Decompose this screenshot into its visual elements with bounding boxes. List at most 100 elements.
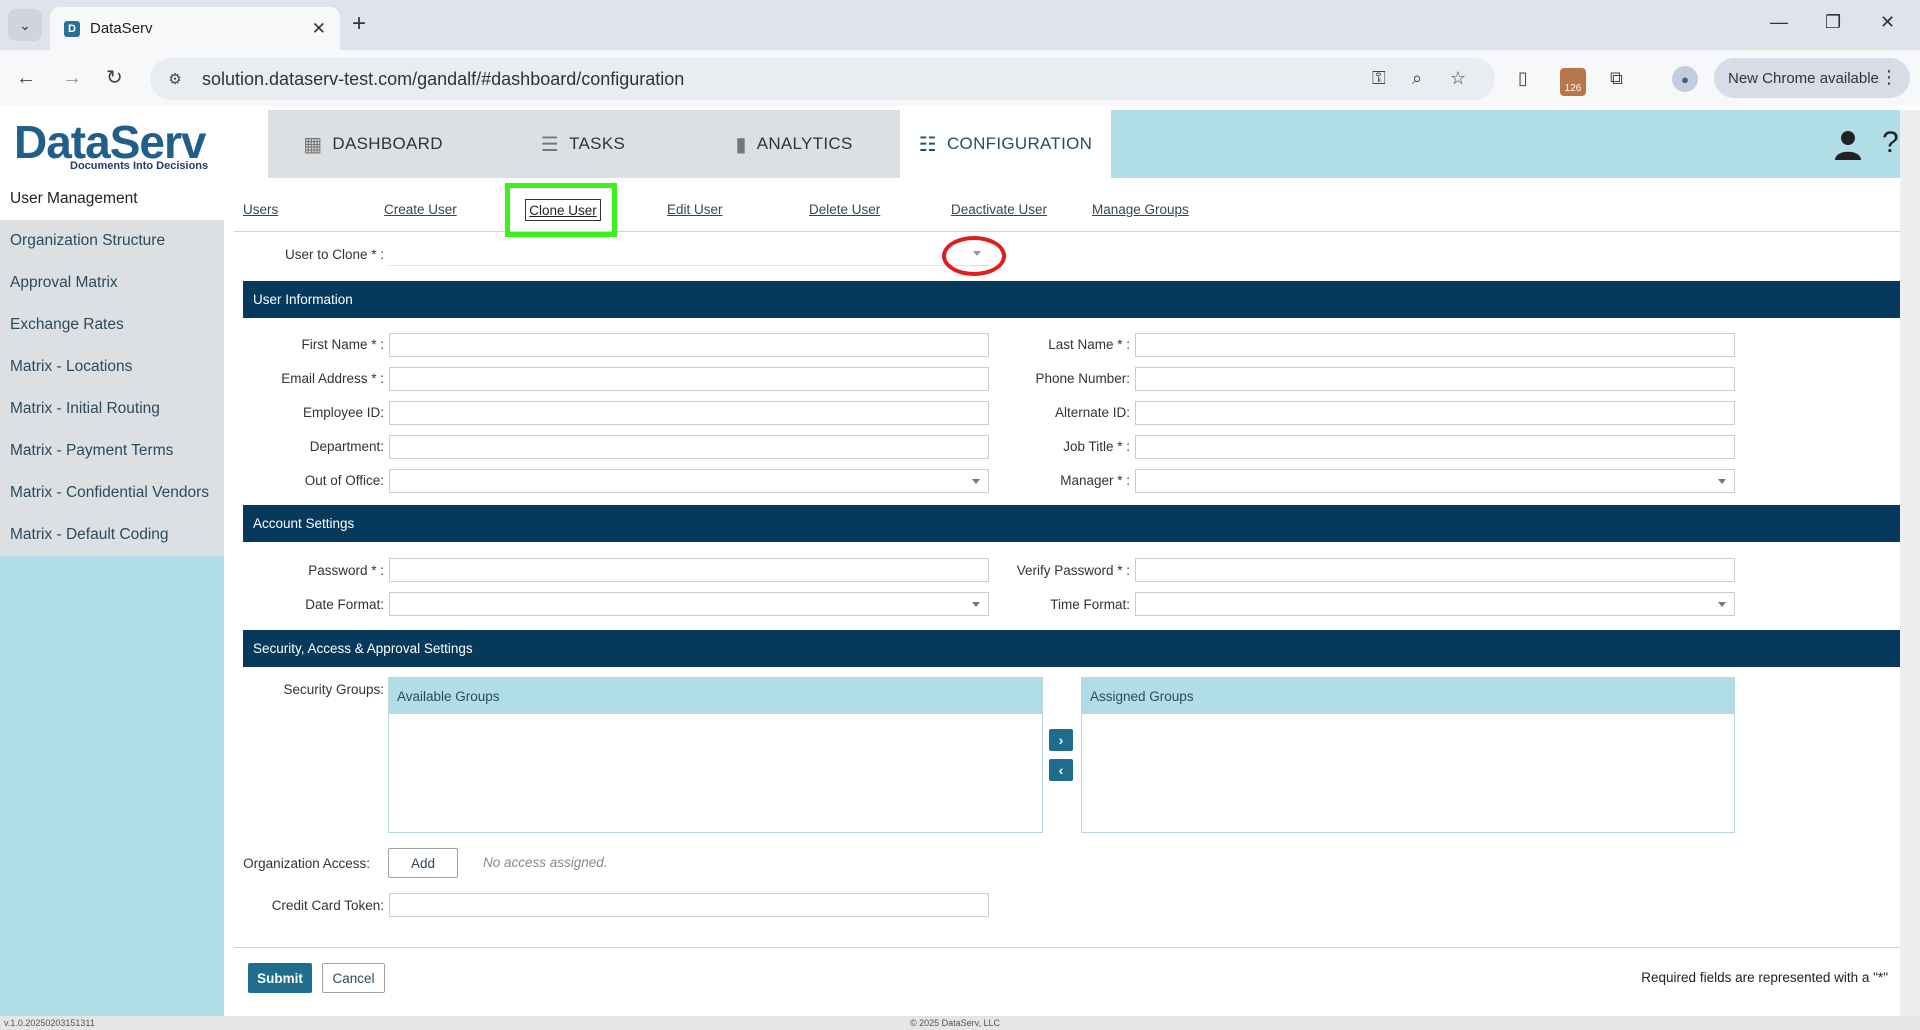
email-label: Email Address * : bbox=[281, 371, 384, 386]
alternate-id-label: Alternate ID: bbox=[1054, 405, 1130, 420]
subnav-edit-user-link[interactable]: Edit User bbox=[667, 202, 723, 217]
forward-arrow-icon[interactable]: → bbox=[62, 66, 82, 90]
tab-close-icon[interactable]: ✕ bbox=[312, 19, 326, 39]
extension-badge-icon[interactable]: 126 bbox=[1560, 68, 1586, 96]
assign-group-button[interactable]: › bbox=[1049, 729, 1073, 751]
tab-search-chevron-icon[interactable]: ⌄ bbox=[8, 9, 42, 41]
department-field[interactable] bbox=[389, 435, 989, 459]
bookmark-star-icon[interactable]: ☆ bbox=[1450, 68, 1466, 89]
dropdown-annotation-circle bbox=[942, 236, 1006, 276]
restore-icon[interactable]: ❐ bbox=[1825, 12, 1841, 33]
unassign-group-button[interactable]: ‹ bbox=[1049, 759, 1073, 781]
analytics-bar-icon: ▮ bbox=[735, 133, 747, 156]
sidebar-menu: User Management Organization Structure A… bbox=[0, 178, 224, 556]
email-field[interactable] bbox=[389, 367, 989, 391]
browser-tabstrip: ⌄ D DataServ ✕ + — ❐ ✕ bbox=[0, 0, 1920, 50]
phone-label: Phone Number: bbox=[1035, 371, 1130, 386]
sidebar-item-matrix-default-coding[interactable]: Matrix - Default Coding bbox=[0, 514, 224, 556]
nav-tab-configuration[interactable]: ☷ CONFIGURATION bbox=[900, 110, 1111, 178]
add-organization-access-button[interactable]: Add bbox=[388, 848, 458, 878]
update-chrome-chip[interactable]: New Chrome available ⋮ bbox=[1714, 58, 1910, 98]
manager-select[interactable] bbox=[1135, 469, 1735, 493]
time-format-label: Time Format: bbox=[1050, 597, 1130, 612]
job-title-label: Job Title * : bbox=[1063, 439, 1130, 454]
help-icon[interactable]: ? bbox=[1882, 126, 1899, 160]
chevron-down-icon bbox=[1718, 479, 1726, 484]
last-name-field[interactable] bbox=[1135, 333, 1735, 357]
credit-card-token-field[interactable] bbox=[389, 893, 989, 917]
minimize-icon[interactable]: — bbox=[1770, 12, 1788, 33]
available-groups-list[interactable]: Available Groups bbox=[388, 677, 1043, 833]
update-chip-label: New Chrome available bbox=[1728, 69, 1879, 87]
new-tab-icon[interactable]: + bbox=[352, 11, 366, 37]
password-field[interactable] bbox=[389, 558, 989, 582]
first-name-field[interactable] bbox=[389, 333, 989, 357]
subnav-create-user-link[interactable]: Create User bbox=[384, 202, 457, 217]
nav-tab-tasks[interactable]: ☰ TASKS bbox=[478, 110, 688, 178]
date-format-label: Date Format: bbox=[305, 597, 384, 612]
subnav-delete-user-link[interactable]: Delete User bbox=[809, 202, 880, 217]
password-label: Password * : bbox=[308, 563, 384, 578]
submit-button[interactable]: Submit bbox=[248, 963, 312, 993]
chevron-down-icon bbox=[972, 479, 980, 484]
back-arrow-icon[interactable]: ← bbox=[16, 66, 36, 90]
subnav-clone-user-link[interactable]: Clone User bbox=[525, 199, 601, 221]
date-format-select[interactable] bbox=[389, 592, 989, 616]
assigned-groups-header: Assigned Groups bbox=[1082, 678, 1734, 714]
nav-tab-dashboard[interactable]: ▦ DASHBOARD bbox=[268, 110, 478, 178]
assigned-groups-list[interactable]: Assigned Groups bbox=[1081, 677, 1735, 833]
browser-tab[interactable]: D DataServ ✕ bbox=[50, 7, 340, 50]
section-account-settings: Account Settings bbox=[243, 505, 1900, 542]
verify-password-label: Verify Password * : bbox=[1016, 563, 1130, 578]
out-of-office-label: Out of Office: bbox=[304, 473, 384, 488]
user-profile-icon[interactable] bbox=[1834, 130, 1862, 160]
configuration-sliders-icon: ☷ bbox=[918, 133, 937, 156]
time-format-select[interactable] bbox=[1135, 592, 1735, 616]
required-fields-note: Required fields are represented with a "… bbox=[1641, 970, 1888, 985]
sidebar-item-matrix-locations[interactable]: Matrix - Locations bbox=[0, 346, 224, 388]
sidebar-item-user-management[interactable]: User Management bbox=[0, 178, 224, 220]
sidebar-item-matrix-initial-routing[interactable]: Matrix - Initial Routing bbox=[0, 388, 224, 430]
sidebar-item-approval-matrix[interactable]: Approval Matrix bbox=[0, 262, 224, 304]
sidebar-item-matrix-confidential-vendors[interactable]: Matrix - Confidential Vendors bbox=[0, 472, 224, 514]
site-info-icon[interactable]: ⚙ bbox=[164, 68, 186, 90]
sidebar-item-exchange-rates[interactable]: Exchange Rates bbox=[0, 304, 224, 346]
extensions-puzzle-icon[interactable]: ⧉ bbox=[1610, 68, 1623, 89]
subnav-users-link[interactable]: Users bbox=[243, 202, 278, 217]
reload-icon[interactable]: ↻ bbox=[106, 66, 123, 90]
zoom-icon[interactable]: ⌕ bbox=[1412, 68, 1422, 89]
first-name-label: First Name * : bbox=[301, 337, 384, 352]
sidebar-item-matrix-payment-terms[interactable]: Matrix - Payment Terms bbox=[0, 430, 224, 472]
subnav-deactivate-user-link[interactable]: Deactivate User bbox=[951, 202, 1047, 217]
cancel-button[interactable]: Cancel bbox=[322, 963, 385, 993]
footer-divider bbox=[234, 947, 1900, 948]
job-title-field[interactable] bbox=[1135, 435, 1735, 459]
last-name-label: Last Name * : bbox=[1048, 337, 1130, 352]
password-key-icon[interactable]: ⚿ bbox=[1372, 68, 1386, 89]
sidebar-item-organization-structure[interactable]: Organization Structure bbox=[0, 220, 224, 262]
kebab-menu-icon[interactable]: ⋮ bbox=[1880, 67, 1898, 88]
employee-id-label: Employee ID: bbox=[302, 405, 384, 420]
verify-password-field[interactable] bbox=[1135, 558, 1735, 582]
nav-tab-analytics[interactable]: ▮ ANALYTICS bbox=[688, 110, 900, 178]
user-to-clone-select[interactable] bbox=[389, 242, 989, 266]
phone-field[interactable] bbox=[1135, 367, 1735, 391]
subnav-manage-groups-link[interactable]: Manage Groups bbox=[1092, 202, 1189, 217]
department-label: Department: bbox=[309, 439, 384, 454]
reading-list-icon[interactable]: ▯ bbox=[1518, 68, 1528, 89]
window-close-icon[interactable]: ✕ bbox=[1880, 12, 1895, 33]
chevron-down-icon bbox=[972, 602, 980, 607]
section-user-information: User Information bbox=[243, 281, 1900, 318]
chevron-down-icon bbox=[1718, 602, 1726, 607]
out-of-office-select[interactable] bbox=[389, 469, 989, 493]
employee-id-field[interactable] bbox=[389, 401, 989, 425]
user-management-subnav bbox=[234, 180, 1900, 232]
page-scrollbar[interactable] bbox=[1900, 110, 1920, 1016]
tasks-list-icon: ☰ bbox=[540, 133, 560, 156]
alternate-id-field[interactable] bbox=[1135, 401, 1735, 425]
address-bar[interactable]: ⚙ solution.dataserv-test.com/gandalf/#da… bbox=[150, 58, 1495, 100]
organization-access-label: Organization Access: bbox=[243, 856, 370, 871]
tab-title: DataServ bbox=[90, 20, 153, 37]
dataserv-logo[interactable]: DataServ Documents Into Decisions bbox=[0, 110, 268, 178]
profile-avatar[interactable]: ● bbox=[1672, 66, 1698, 92]
